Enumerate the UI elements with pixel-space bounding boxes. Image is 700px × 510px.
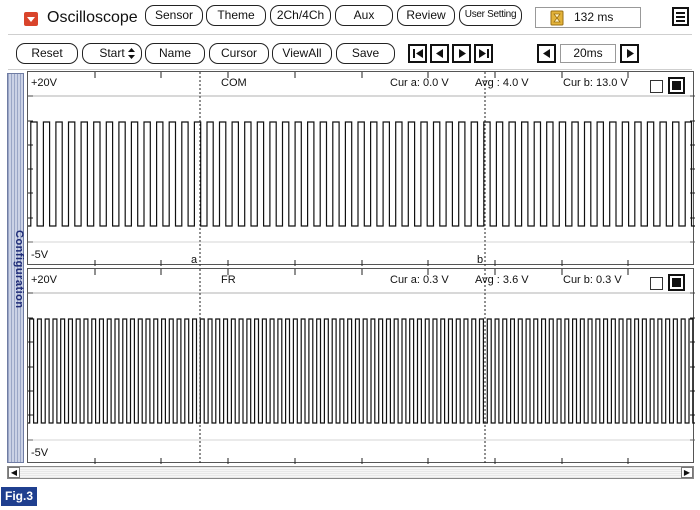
bottom-voltage-label: -5V [31,249,49,261]
caret-down-icon [27,17,35,22]
timebase-increase-button[interactable] [620,44,639,63]
name-button[interactable]: Name [145,43,205,64]
channel-name: FR [221,274,236,286]
channel-panel-com: +20V COM Cur a: 0.0 V Avg : 4.0 V Cur b:… [27,71,695,266]
timebase-decrease-button[interactable] [537,44,556,63]
start-select[interactable]: Start [82,43,142,64]
configuration-tab[interactable]: Configuration [7,73,25,463]
channel-checkbox[interactable] [650,80,663,93]
scroll-right-arrow-icon[interactable]: ▶ [681,467,693,478]
jump-start-button[interactable] [408,44,427,63]
top-voltage-label: +20V [31,77,57,89]
figure-label: Fig.3 [1,487,37,506]
hamburger-icon [676,12,685,22]
play-left-icon [435,49,443,58]
cursor-a-marker: a [191,254,198,266]
timebase-field[interactable]: 20ms [560,44,616,63]
arrow-left-icon [542,49,550,58]
toolbar-divider [8,69,692,70]
reset-button[interactable]: Reset [16,43,78,64]
waveform-fr [28,269,695,464]
channel-fullscreen-button[interactable] [668,77,685,94]
updown-arrows-icon [128,48,135,59]
theme-button[interactable]: Theme [206,5,266,26]
aux-button[interactable]: Aux [335,5,393,26]
cursor-b-readout: Cur b: 0.3 V [563,274,622,286]
arrow-right-icon [626,49,634,58]
signal-trace [28,318,695,424]
top-voltage-label: +20V [31,274,57,286]
top-divider [8,34,692,35]
review-button[interactable]: Review [397,5,455,26]
hourglass-icon [550,10,564,26]
horizontal-scrollbar[interactable]: ◀ ▶ [7,466,694,479]
channel-mode-button[interactable]: 2Ch/4Ch [270,5,331,26]
play-right-icon [458,49,466,58]
start-select-label: Start [99,46,125,60]
time-readout: 132 ms [535,7,641,28]
channel-checkbox[interactable] [650,277,663,290]
configuration-tab-label: Configuration [13,229,25,309]
average-readout: Avg : 4.0 V [475,77,529,89]
step-back-button[interactable] [430,44,449,63]
sensor-button[interactable]: Sensor [145,5,203,26]
window-menu-button[interactable] [672,7,689,26]
time-readout-value: 132 ms [574,10,614,24]
timebase-value: 20ms [573,46,603,60]
viewall-button[interactable]: ViewAll [272,43,332,64]
cursor-button[interactable]: Cursor [209,43,269,64]
user-setting-button[interactable]: User Setting [459,5,522,26]
scroll-left-arrow-icon[interactable]: ◀ [8,467,20,478]
bottom-voltage-label: -5V [31,447,49,459]
app-menu-button[interactable] [24,12,38,26]
channel-fullscreen-button[interactable] [668,274,685,291]
skip-start-icon [412,49,423,58]
skip-end-icon [478,49,489,58]
cursor-a-readout: Cur a: 0.0 V [390,77,449,89]
cursor-a-readout: Cur a: 0.3 V [390,274,449,286]
step-forward-button[interactable] [452,44,471,63]
channel-name: COM [221,77,247,89]
cursor-b-marker: b [477,254,484,266]
waveform-com [28,72,695,266]
jump-end-button[interactable] [474,44,493,63]
app-title: Oscilloscope [47,9,138,26]
signal-trace [28,121,695,227]
average-readout: Avg : 3.6 V [475,274,529,286]
save-button[interactable]: Save [336,43,395,64]
channel-panel-fr: +20V FR Cur a: 0.3 V Avg : 3.6 V Cur b: … [27,268,695,464]
cursor-b-readout: Cur b: 13.0 V [563,77,628,89]
